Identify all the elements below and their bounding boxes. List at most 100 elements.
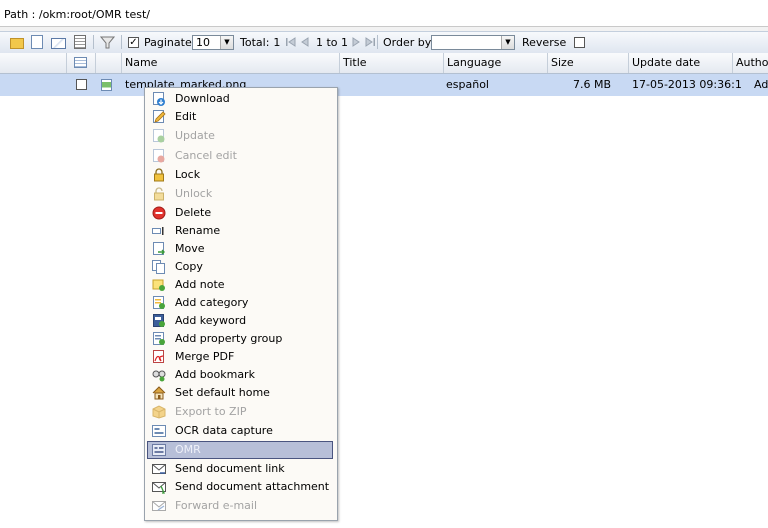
property-group-icon xyxy=(153,332,165,345)
menu-item-label: Rename xyxy=(175,224,221,237)
row-size: 7.6 MB xyxy=(573,78,612,91)
menu-item-label: Delete xyxy=(175,206,212,219)
table-row[interactable]: template_marked.png español 7.6 MB 17-05… xyxy=(0,74,768,96)
path-bar: Path : /okm:root/OMR test/ xyxy=(0,0,768,27)
toolbar: ✓ Paginate 10 ▼ Total: 1 1 to 1 Order by… xyxy=(0,31,768,54)
header-icon-column xyxy=(96,53,122,73)
first-page-icon[interactable] xyxy=(285,36,297,48)
menu-item-label: Download xyxy=(175,92,230,105)
menu-item-send-document-attachment[interactable]: Send document attachment xyxy=(147,478,333,496)
row-checkbox-cell xyxy=(76,79,87,91)
omr-icon xyxy=(152,444,166,456)
header-spacer xyxy=(0,53,67,73)
total-label: Total: xyxy=(240,35,270,49)
menu-item-add-bookmark[interactable]: Add bookmark xyxy=(147,366,333,384)
zip-icon xyxy=(152,405,166,419)
table-header: Name Title Language Size Update date Aut… xyxy=(0,53,768,74)
menu-item-label: Send document attachment xyxy=(175,480,330,493)
menu-item-lock[interactable]: Lock xyxy=(147,166,333,184)
menu-item-label: Move xyxy=(175,242,205,255)
send-link-icon xyxy=(152,464,166,474)
mail-icon[interactable] xyxy=(51,37,66,49)
row-checkbox[interactable] xyxy=(76,79,87,90)
menu-item-label: Edit xyxy=(175,110,197,123)
ocr-icon xyxy=(152,425,166,437)
copy-icon xyxy=(152,260,165,274)
menu-item-rename[interactable]: Rename xyxy=(147,222,333,240)
move-icon xyxy=(153,242,165,255)
update-icon xyxy=(153,129,165,143)
column-size[interactable]: Size xyxy=(548,53,629,73)
menu-item-label: OCR data capture xyxy=(175,424,273,437)
menu-item-forward-email: Forward e-mail xyxy=(147,497,333,515)
next-page-icon[interactable] xyxy=(350,36,362,48)
category-icon xyxy=(153,296,165,309)
menu-item-export-to-zip: Export to ZIP xyxy=(147,403,333,421)
page-size-value: 10 xyxy=(196,35,210,49)
menu-item-add-keyword[interactable]: Add keyword xyxy=(147,312,333,330)
menu-item-delete[interactable]: Delete xyxy=(147,204,333,222)
rename-icon xyxy=(152,227,164,235)
column-title[interactable]: Title xyxy=(340,53,444,73)
columns-icon[interactable] xyxy=(74,57,87,68)
menu-item-set-default-home[interactable]: Set default home xyxy=(147,384,333,402)
cancel-edit-icon xyxy=(153,149,165,163)
menu-item-omr[interactable]: OMR xyxy=(147,441,333,459)
row-author: Adm xyxy=(754,78,768,91)
column-author[interactable]: Author xyxy=(733,53,768,73)
edit-icon xyxy=(153,110,166,123)
order-by-select[interactable]: ▼ xyxy=(431,34,515,50)
menu-item-label: Cancel edit xyxy=(175,149,237,162)
folder-icon[interactable] xyxy=(10,37,24,49)
chevron-down-icon[interactable]: ▼ xyxy=(220,35,233,49)
menu-item-label: Lock xyxy=(175,168,201,181)
pdf-icon xyxy=(153,350,164,363)
filter-icon[interactable] xyxy=(100,35,115,50)
forward-email-icon xyxy=(152,501,166,511)
toolbar-separator xyxy=(93,35,94,49)
reverse-label: Reverse xyxy=(522,35,567,49)
column-settings[interactable] xyxy=(67,53,96,73)
menu-item-unlock: Unlock xyxy=(147,185,333,203)
chevron-down-icon[interactable]: ▼ xyxy=(501,35,514,49)
previous-page-icon[interactable] xyxy=(299,36,311,48)
menu-item-merge-pdf[interactable]: Merge PDF xyxy=(147,348,333,366)
menu-item-ocr-data-capture[interactable]: OCR data capture xyxy=(147,422,333,440)
page-size-select[interactable]: 10 ▼ xyxy=(192,34,234,50)
menu-item-label: Add category xyxy=(175,296,249,309)
menu-item-add-category[interactable]: Add category xyxy=(147,294,333,312)
paginate-label: Paginate xyxy=(144,35,192,49)
row-language: español xyxy=(446,78,489,91)
menu-item-move[interactable]: Move xyxy=(147,240,333,258)
menu-item-add-note[interactable]: Add note xyxy=(147,276,333,294)
column-language[interactable]: Language xyxy=(444,53,548,73)
menu-item-copy[interactable]: Copy xyxy=(147,258,333,276)
lock-icon xyxy=(154,168,164,182)
paginate-checkbox[interactable]: ✓ xyxy=(128,36,139,48)
menu-item-send-document-link[interactable]: Send document link xyxy=(147,460,333,478)
menu-item-edit[interactable]: Edit xyxy=(147,108,333,126)
delete-icon xyxy=(152,206,166,220)
menu-item-label: Send document link xyxy=(175,462,285,475)
menu-item-label: Merge PDF xyxy=(175,350,235,363)
order-by-label: Order by xyxy=(383,35,432,49)
last-page-icon[interactable] xyxy=(364,36,376,48)
menu-item-label: Add property group xyxy=(175,332,283,345)
column-update-date[interactable]: Update date xyxy=(629,53,733,73)
menu-item-label: OMR xyxy=(175,443,201,456)
path-text: Path : /okm:root/OMR test/ xyxy=(4,8,150,21)
menu-item-label: Update xyxy=(175,129,215,142)
menu-item-add-property-group[interactable]: Add property group xyxy=(147,330,333,348)
document-icon[interactable] xyxy=(31,35,43,49)
menu-item-label: Unlock xyxy=(175,187,213,200)
column-name[interactable]: Name xyxy=(122,53,340,73)
home-icon xyxy=(152,386,166,400)
reverse-checkbox[interactable] xyxy=(574,36,586,48)
notes-icon[interactable] xyxy=(74,35,86,49)
menu-item-label: Forward e-mail xyxy=(175,499,258,512)
page-range: 1 to 1 xyxy=(316,35,349,49)
menu-item-download[interactable]: Download xyxy=(147,90,333,108)
menu-item-update: Update xyxy=(147,127,333,145)
send-attachment-icon xyxy=(152,482,166,494)
menu-item-label: Export to ZIP xyxy=(175,405,247,418)
